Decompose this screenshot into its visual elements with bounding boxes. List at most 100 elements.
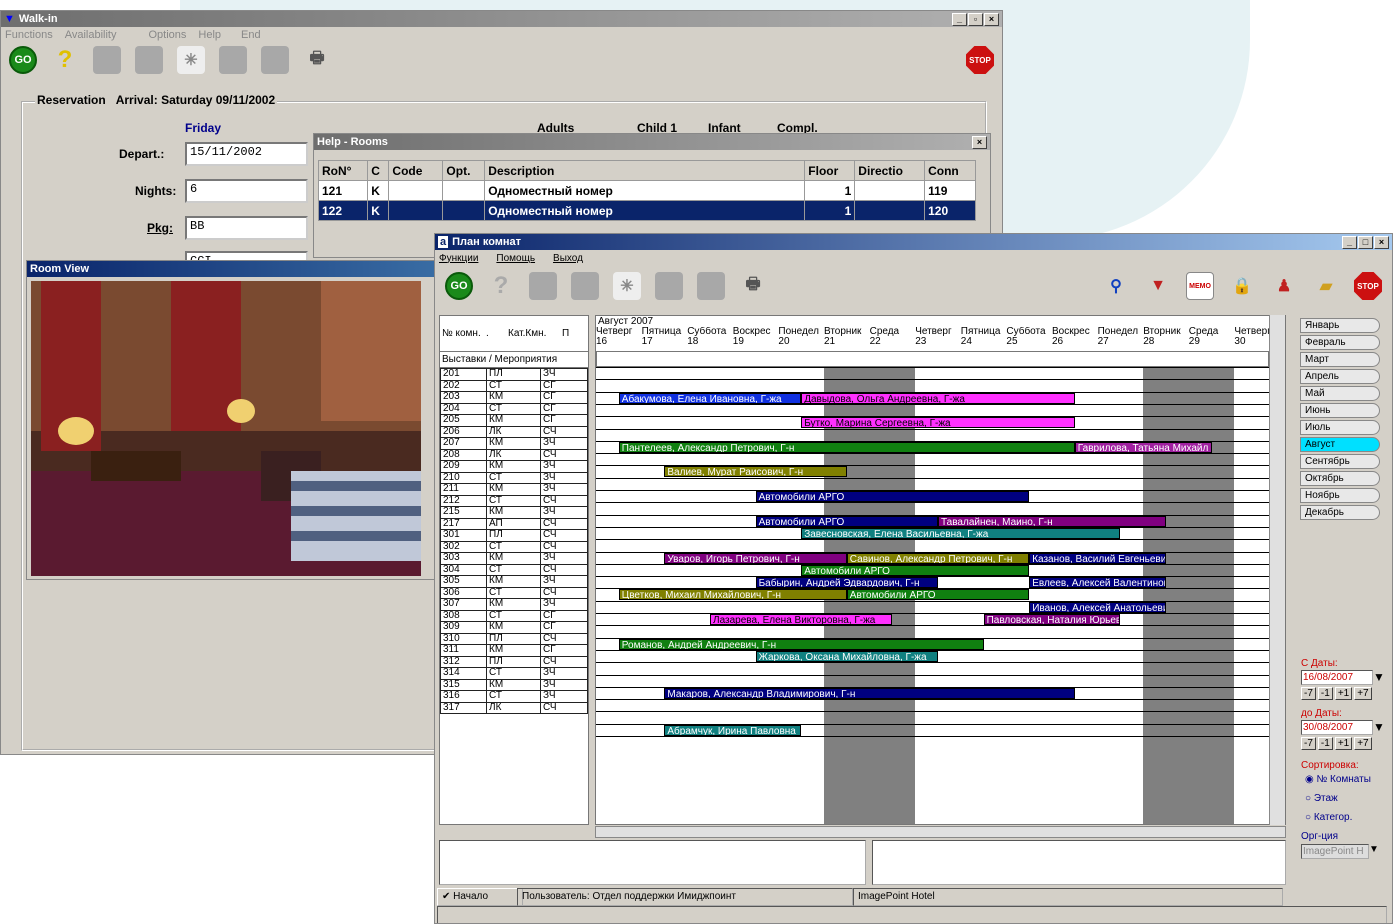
booking-bar[interactable]: Цветков, Михаил Михайлович, Г-н [618,589,847,601]
col-ron[interactable]: RoN° [317,160,369,181]
room-row[interactable]: 212 СТ СЧ [440,494,588,507]
step-plus1[interactable]: +1 [1334,737,1353,750]
booking-bar[interactable]: Иванов, Алексей Анатольевич [1029,601,1166,613]
month-tab[interactable]: Апрель [1300,369,1380,384]
menu-end[interactable]: End [241,29,261,41]
room-row[interactable]: 315 КМ ЗЧ [440,678,588,691]
close-button[interactable]: × [984,12,999,26]
notes-area[interactable] [439,840,866,885]
sort-room-radio[interactable]: ◉ № Комнаты [1305,774,1392,785]
col-c[interactable]: C [367,160,390,181]
month-tab[interactable]: Июнь [1300,403,1380,418]
room-row[interactable]: 307 КМ ЗЧ [440,598,588,611]
horizontal-scrollbar[interactable] [595,826,1286,838]
booking-bar[interactable]: Абакумова, Елена Ивановна, Г-жа [618,392,802,404]
booking-bar[interactable]: Автомобили АРГО [755,491,1030,502]
room-row[interactable]: 210 СТ ЗЧ [440,471,588,484]
booking-bar[interactable]: Лазарева, Елена Викторовна, Г-жа [710,614,893,625]
booking-bar[interactable]: Евлеев, Алексей Валентинович [1029,577,1166,589]
col-direction[interactable]: Directio [854,160,926,181]
person-icon[interactable]: ♟ [1270,272,1298,300]
month-tab[interactable]: Август [1300,437,1380,452]
menu-options[interactable]: Options [148,29,186,41]
booking-bar[interactable]: Уваров, Игорь Петрович, Г-н [664,552,847,564]
plan-go-icon[interactable]: GO [445,272,473,300]
booking-bar[interactable]: Романов, Андрей Андреевич, Г-н [618,638,984,650]
help-close-button[interactable]: × [972,135,987,149]
memo-icon[interactable]: MEMO [1186,272,1214,300]
month-tab[interactable]: Июль [1300,420,1380,435]
room-row[interactable]: 317 ЛК СЧ [440,701,588,714]
room-row[interactable]: 209 КМ ЗЧ [440,460,588,473]
booking-bar[interactable]: Валиев, Мурат Раисович, Г-н [664,466,847,478]
start-button[interactable]: ✔ Начало [437,888,523,906]
copy-icon[interactable] [93,46,121,74]
booking-bar[interactable]: Савинов, Александр Петрович, Г-н [846,552,1030,564]
col-room-number[interactable]: № комн. [440,328,486,339]
col-conn[interactable]: Conn [924,160,976,181]
booking-bar[interactable]: Пантелеев, Александр Петрович, Г-н [618,441,1075,453]
month-tab[interactable]: Май [1300,386,1380,401]
menu-exit-ru[interactable]: Выход [553,253,583,264]
menu-help-ru[interactable]: Помощь [496,253,535,264]
month-tab[interactable]: Март [1300,352,1380,367]
room-row[interactable]: 311 КМ СГ [440,644,588,657]
search-icon[interactable]: ⚲ [1102,272,1130,300]
menu-availability[interactable]: Availability [65,29,117,41]
sort-floor-radio[interactable]: ○ Этаж [1305,793,1392,804]
plan-paste-icon[interactable] [571,272,599,300]
booking-bar[interactable]: Бутко, Марина Сергеевна, Г-жа [801,417,1075,429]
paste-icon[interactable] [135,46,163,74]
col-opt[interactable]: Opt. [442,160,486,181]
month-tab[interactable]: Февраль [1300,335,1380,350]
from-date-field[interactable]: 16/08/2007 ▼ [1301,670,1392,685]
calendar-scrollbar[interactable] [1269,315,1285,825]
booking-bar[interactable]: Давыдова, Ольга Андреевна, Г-жа [801,392,1075,404]
from-date-value[interactable]: 16/08/2007 [1301,670,1373,685]
room-row[interactable]: 309 КМ СГ [440,621,588,634]
room-row[interactable]: 208 ЛК СЧ [440,448,588,461]
step-plus1[interactable]: +1 [1334,687,1353,700]
booking-bar[interactable]: Абрамчук, Ирина Павловна [664,724,802,736]
step-minus1[interactable]: -1 [1317,737,1333,750]
room-row[interactable]: 211 КМ ЗЧ [440,483,588,496]
room-row[interactable]: 305 КМ ЗЧ [440,575,588,588]
bed-icon[interactable]: ▰ [1312,272,1340,300]
edit-icon[interactable] [219,46,247,74]
booking-bar[interactable]: Павловская, Наталия Юрьевна [983,614,1121,625]
col-floor[interactable]: Floor [804,160,856,181]
room-row[interactable]: 303 КМ ЗЧ [440,552,588,565]
room-row[interactable]: 217 АП СЧ [440,517,588,530]
filter-icon[interactable]: ▼ [1144,272,1172,300]
plan-copy-icon[interactable] [529,272,557,300]
pkg-field[interactable]: BB [185,216,308,240]
plan-new-icon[interactable]: ✳ [613,272,641,300]
month-tab[interactable]: Сентябрь [1300,454,1380,469]
plan-print-icon[interactable]: 🖶 [739,272,767,300]
booking-bar[interactable]: Тавалайнен, Маино, Г-н [938,515,1166,527]
room-row[interactable]: 301 ПЛ СЧ [440,529,588,542]
nights-field[interactable]: 6 [185,179,308,203]
plan-delete-icon[interactable] [697,272,725,300]
room-row[interactable]: 205 КМ СГ [440,414,588,427]
month-tab[interactable]: Январь [1300,318,1380,333]
col-category[interactable]: Кат.Кмн. [508,328,562,339]
room-row[interactable]: 206 ЛК СЧ [440,425,588,438]
maximize-button[interactable]: ▫ [968,12,983,26]
room-row[interactable]: 312 ПЛ СЧ [440,655,588,668]
step-minus7[interactable]: -7 [1301,687,1316,700]
plan-close-button[interactable]: × [1374,235,1389,249]
booking-bar[interactable]: Автомобили АРГО [755,515,938,527]
plan-stop-icon[interactable]: STOP [1354,272,1382,300]
booking-bar[interactable]: Автомобили АРГО [801,564,1030,576]
plan-maximize-button[interactable]: □ [1358,235,1373,249]
step-minus7[interactable]: -7 [1301,737,1316,750]
room-row[interactable]: 308 СТ СГ [440,609,588,622]
from-dropdown-icon[interactable]: ▼ [1373,670,1385,685]
col-code[interactable]: Code [388,160,444,181]
table-row-selected[interactable]: 122 K Одноместный номер 1 120 [317,200,976,221]
col-description[interactable]: Description [484,160,806,181]
print-icon[interactable]: 🖶 [303,46,331,74]
plan-help-icon[interactable]: ? [487,272,515,300]
go-icon[interactable]: GO [9,46,37,74]
